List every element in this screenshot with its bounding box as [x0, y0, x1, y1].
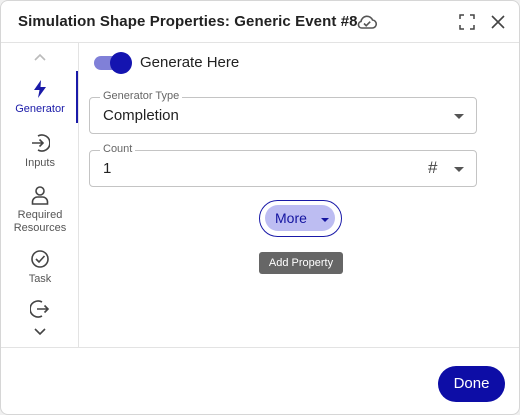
- count-field[interactable]: Count 1 #: [89, 143, 477, 187]
- close-icon[interactable]: [490, 14, 506, 30]
- chevron-down-icon: [454, 114, 464, 119]
- dialog-footer: Done: [1, 347, 519, 414]
- generator-type-select[interactable]: Generator Type Completion: [89, 90, 477, 134]
- nav-scroll-up-icon[interactable]: [32, 51, 48, 63]
- cloud-icon: [357, 15, 378, 29]
- generator-type-value: Completion: [103, 107, 179, 124]
- dialog-header: Simulation Shape Properties: Generic Eve…: [1, 1, 519, 43]
- left-nav: Generator Inputs Required Resources Task: [1, 43, 79, 348]
- generate-here-label: Generate Here: [140, 54, 240, 71]
- nav-item-required-resources[interactable]: Required Resources: [1, 185, 79, 235]
- nav-item-label: Generator: [15, 103, 65, 115]
- chevron-down-icon[interactable]: [454, 167, 464, 172]
- nav-item-generator[interactable]: Generator: [1, 79, 79, 116]
- chevron-down-icon: [321, 218, 329, 222]
- done-button[interactable]: Done: [438, 366, 505, 402]
- generator-type-label: Generator Type: [100, 90, 183, 102]
- generate-here-toggle[interactable]: [94, 52, 132, 74]
- toggle-knob: [110, 52, 132, 74]
- properties-dialog: Simulation Shape Properties: Generic Eve…: [0, 0, 520, 415]
- more-button-label: More: [275, 210, 307, 226]
- nav-item-task[interactable]: Task: [1, 249, 79, 286]
- nav-item-outputs[interactable]: [1, 299, 79, 323]
- number-type-icon[interactable]: #: [428, 158, 437, 178]
- input-arrow-icon: [32, 134, 50, 152]
- more-button[interactable]: More: [259, 200, 342, 237]
- more-button-highlight: More: [265, 205, 335, 231]
- expand-icon[interactable]: [459, 14, 475, 30]
- output-arrow-icon: [30, 300, 50, 318]
- check-circle-icon: [31, 250, 49, 268]
- nav-scroll-down-icon[interactable]: [32, 326, 48, 338]
- dialog-title: Simulation Shape Properties: Generic Eve…: [18, 13, 358, 30]
- nav-item-inputs[interactable]: Inputs: [1, 133, 79, 170]
- nav-item-label: Task: [28, 273, 52, 285]
- bolt-icon: [34, 80, 46, 98]
- active-indicator: [76, 71, 78, 123]
- nav-item-label: Required Resources: [13, 209, 67, 234]
- person-icon: [31, 186, 49, 205]
- add-property-tooltip: Add Property: [259, 252, 343, 274]
- nav-item-label: Inputs: [25, 157, 55, 169]
- count-label: Count: [100, 143, 136, 155]
- count-value: 1: [103, 160, 112, 177]
